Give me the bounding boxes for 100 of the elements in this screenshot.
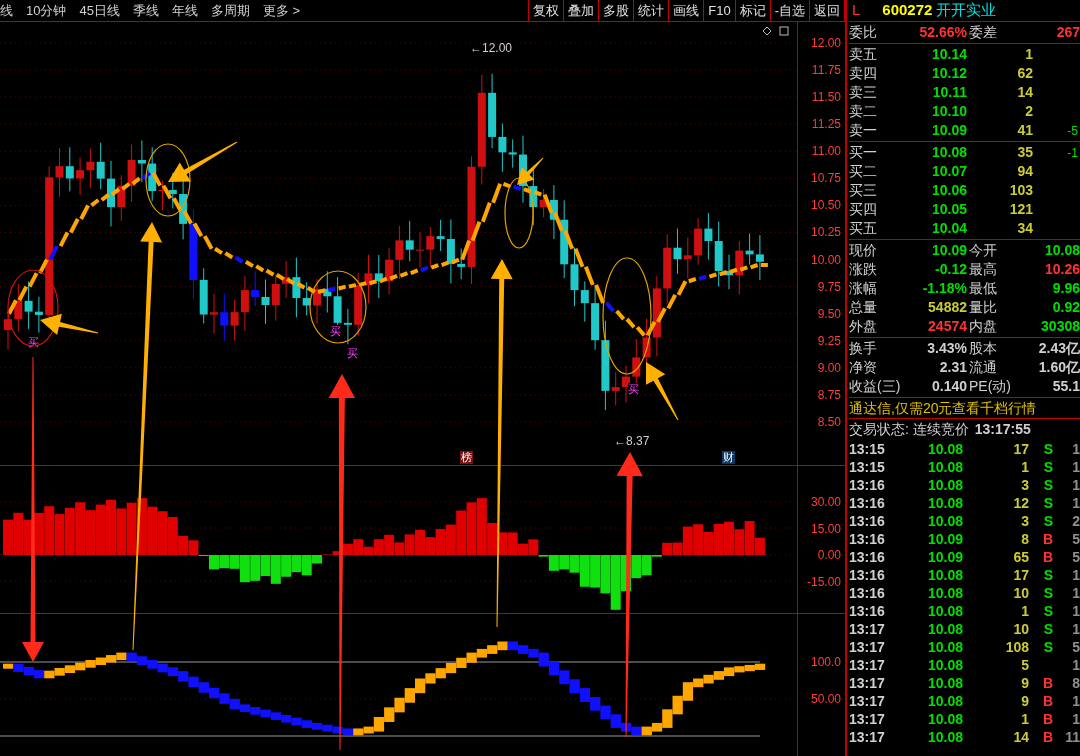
stat-label: 外盘	[849, 317, 878, 336]
tick-side: S	[1043, 476, 1053, 493]
tick-volume: 10	[1012, 619, 1029, 639]
toolbar-button[interactable]: 统计	[634, 0, 670, 21]
tick-time: 13:16	[849, 529, 886, 549]
stat-value: 10.08	[1043, 241, 1080, 260]
axis-label: 15.00	[810, 521, 841, 536]
axis-label: 10.50	[810, 198, 841, 213]
order-volume: 34	[1016, 219, 1033, 238]
period-tab[interactable]: 多周期	[210, 0, 250, 21]
order-volume: 103	[1008, 181, 1033, 200]
stat-label: 委差	[968, 23, 997, 42]
toolbar-button[interactable]: 复权	[529, 0, 565, 21]
stat-value: 9.96	[1051, 279, 1080, 298]
stat-value: -1.18%	[921, 279, 967, 298]
order-volume: 1	[1024, 45, 1033, 64]
tick-time: 13:16	[849, 475, 886, 495]
tick-volume: 65	[1012, 547, 1029, 567]
stat-label: 净资	[849, 358, 878, 377]
tick-volume: 14	[1012, 727, 1029, 747]
axis-label: 10.25	[810, 225, 841, 240]
tick-count: 1	[1071, 709, 1080, 729]
toolbar-button[interactable]: 画线	[669, 0, 705, 21]
stat-label: 涨跌	[849, 260, 878, 279]
tick-volume: 17	[1012, 439, 1029, 459]
stat-value: 10.26	[1043, 260, 1080, 279]
period-tab[interactable]: 线	[0, 0, 13, 21]
order-price: 10.14	[930, 45, 967, 64]
tick-time: 13:17	[849, 619, 886, 639]
toolbar-button[interactable]: 多股	[599, 0, 635, 21]
axis-label: 8.50	[817, 414, 841, 429]
price-marker: ←12.00	[470, 40, 513, 57]
axis-label: 11.00	[811, 144, 841, 159]
period-tab[interactable]: 季线	[132, 0, 159, 21]
tick-volume: 12	[1012, 493, 1029, 513]
buy-signal-label: 买	[347, 347, 358, 359]
tick-side: S	[1043, 458, 1053, 475]
toolbar-button[interactable]: F10	[704, 0, 736, 21]
tick-price: 10.08	[926, 655, 963, 675]
order-level-label: 买五	[849, 219, 878, 238]
axis-label: 10.00	[810, 252, 841, 267]
toolbar-button[interactable]: 返回	[810, 0, 845, 21]
period-tab[interactable]: 更多 >	[262, 0, 301, 21]
order-level-label: 买一	[849, 143, 878, 162]
axis-label: 0.00	[817, 548, 841, 562]
tick-price: 10.08	[926, 691, 963, 711]
axis-label: 30.00	[810, 495, 841, 509]
diamond-icon	[762, 26, 772, 36]
axis-label: 9.25	[817, 333, 841, 348]
order-level-label: 买三	[849, 181, 878, 200]
stat-value: 54882	[927, 298, 967, 317]
toolbar-button[interactable]: 标记	[735, 0, 771, 21]
tick-count: 1	[1071, 583, 1080, 603]
tick-count: 1	[1071, 493, 1080, 513]
tick-time: 13:16	[849, 601, 886, 621]
tick-side: B	[1042, 710, 1053, 727]
stock-code: 600272	[882, 0, 933, 21]
tick-count: 11	[1064, 727, 1080, 747]
axis-label: 8.75	[817, 387, 841, 402]
arrow-drawing	[646, 362, 679, 421]
tick-time: 13:15	[849, 457, 886, 477]
tick-price: 10.08	[926, 511, 963, 531]
tick-time: 13:16	[849, 511, 886, 531]
trade-status: 交易状态: 连续竞价	[849, 420, 969, 439]
order-level-label: 买四	[849, 200, 878, 219]
arrow-drawing	[517, 157, 544, 185]
stat-value: 55.1	[1051, 377, 1080, 396]
stat-value: 52.66%	[918, 23, 967, 42]
tick-count: 1	[1071, 457, 1080, 477]
tick-time: 13:17	[849, 637, 886, 657]
tick-time: 13:16	[849, 583, 886, 603]
tick-price: 10.08	[926, 727, 963, 747]
order-price: 10.05	[930, 200, 967, 219]
tick-side: B	[1042, 530, 1053, 547]
buy-signal-label: 买	[28, 336, 39, 348]
period-tab[interactable]: 10分钟	[26, 0, 67, 21]
tick-time: 13:16	[849, 565, 886, 585]
tick-price: 10.08	[926, 493, 963, 513]
order-level-label: 卖五	[849, 45, 878, 64]
event-tag: 榜	[460, 451, 473, 464]
axis-label: 9.75	[817, 279, 841, 294]
tick-volume: 3	[1020, 475, 1029, 495]
stat-label: 总量	[849, 298, 878, 317]
tick-time: 13:17	[849, 655, 886, 675]
order-price: 10.07	[930, 162, 967, 181]
order-level-label: 卖四	[849, 64, 878, 83]
promo-link[interactable]: 通达信,仅需20元查看千档行情	[849, 397, 1037, 419]
toolbar-button[interactable]: -自选	[770, 0, 810, 21]
toolbar-button[interactable]: 叠加	[564, 0, 600, 21]
tick-price: 10.08	[926, 637, 963, 657]
period-tab[interactable]: 45日线	[79, 0, 120, 21]
period-tab[interactable]: 年线	[171, 0, 198, 21]
tick-side: S	[1043, 602, 1053, 619]
stat-value: 2.31	[938, 358, 967, 377]
stat-value: 3.43%	[926, 339, 967, 358]
tick-side: S	[1043, 638, 1053, 655]
stat-value: 30308	[1040, 317, 1080, 336]
order-price: 10.09	[930, 121, 967, 140]
tick-price: 10.08	[926, 565, 963, 585]
order-volume: 94	[1016, 162, 1033, 181]
